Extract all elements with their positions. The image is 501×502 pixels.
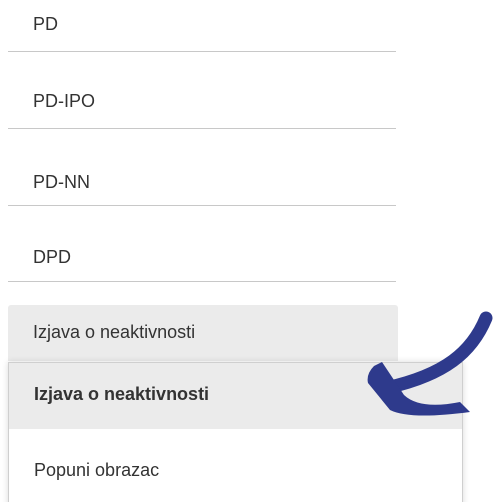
menu-item-label: PD-IPO — [33, 91, 96, 111]
submenu-option-izjava-o-neaktivnosti[interactable]: Izjava o neaktivnosti — [9, 363, 462, 429]
submenu-option-label: Popuni obrazac — [34, 460, 160, 480]
menu-item-label: DPD — [33, 247, 72, 267]
menu-item-pd-ipo[interactable]: PD-IPO — [8, 73, 396, 129]
menu-item-dpd[interactable]: DPD — [8, 226, 396, 282]
menu-item-izjava-o-neaktivnosti[interactable]: Izjava o neaktivnosti — [8, 305, 398, 361]
submenu-option-label: Izjava o neaktivnosti — [34, 384, 210, 404]
submenu-dropdown: Izjava o neaktivnosti Popuni obrazac — [8, 362, 463, 502]
menu-item-label: PD-NN — [33, 172, 90, 192]
menu-item-label: PD — [33, 14, 59, 34]
submenu-option-popuni-obrazac[interactable]: Popuni obrazac — [9, 429, 462, 502]
menu-item-pd-nn[interactable]: PD-NN — [8, 150, 396, 206]
menu-item-label: Izjava o neaktivnosti — [33, 322, 196, 342]
menu-item-pd[interactable]: PD — [8, 0, 396, 52]
page: PD PD-IPO PD-NN DPD Izjava o neaktivnost… — [0, 0, 501, 502]
